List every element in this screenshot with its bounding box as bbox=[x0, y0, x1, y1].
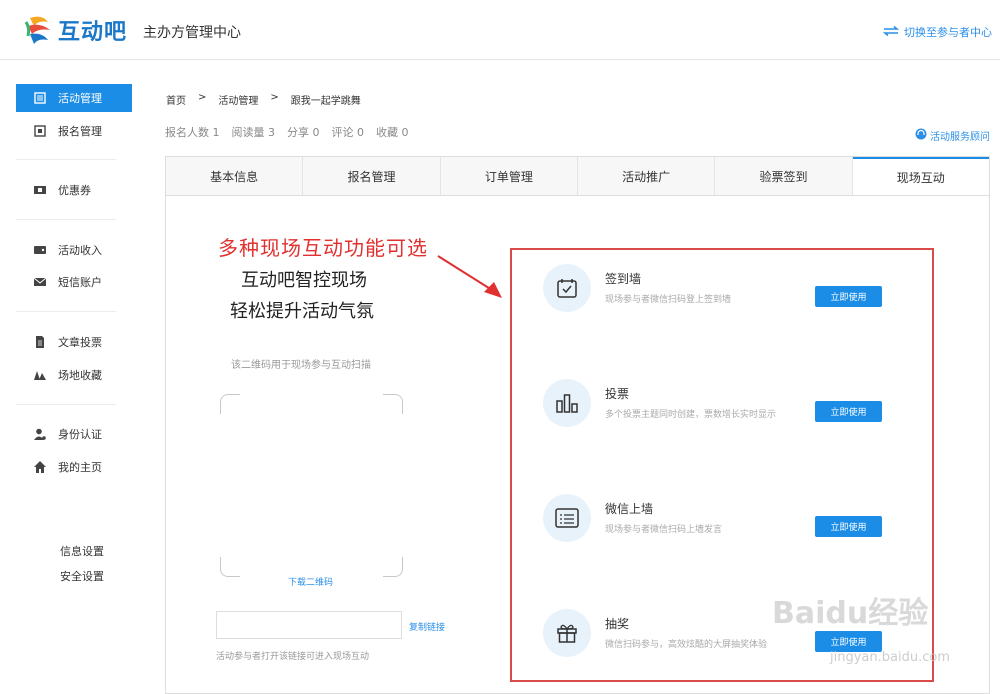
service-advisor-link[interactable]: 活动服务顾问 bbox=[915, 128, 990, 143]
tab-promotion[interactable]: 活动推广 bbox=[578, 157, 716, 195]
stat-views: 阅读量 3 bbox=[231, 126, 276, 139]
home-icon bbox=[34, 461, 46, 473]
sidebar-item-coupon[interactable]: 优惠券 bbox=[16, 176, 132, 204]
sidebar-item-article-vote[interactable]: 文章投票 bbox=[16, 328, 132, 356]
annotation-arrow-icon bbox=[432, 248, 512, 308]
sidebar-item-venue[interactable]: 场地收藏 bbox=[16, 361, 132, 389]
qr-corner bbox=[383, 557, 403, 577]
page-title: 主办方管理中心 bbox=[143, 25, 241, 41]
feature-checkin-wall: 签到墙 现场参与者微信扫码登上签到墙 立即使用 bbox=[543, 264, 893, 324]
use-now-button[interactable]: 立即使用 bbox=[815, 401, 882, 422]
feature-desc: 多个投票主题同时创建，票数增长实时显示 bbox=[605, 410, 777, 420]
coupon-icon bbox=[34, 184, 46, 196]
switch-role-link[interactable]: 切换至参与者中心 bbox=[882, 24, 992, 40]
sidebar-item-income[interactable]: 活动收入 bbox=[16, 236, 132, 264]
qr-code-frame bbox=[220, 394, 403, 577]
qr-corner bbox=[220, 557, 240, 577]
tab-ticket-checkin[interactable]: 验票签到 bbox=[715, 157, 853, 195]
watermark: Baidu经验 bbox=[772, 596, 929, 631]
feature-name: 投票 bbox=[605, 387, 630, 401]
feature-name: 微信上墙 bbox=[605, 502, 654, 516]
headset-icon bbox=[915, 128, 927, 143]
form-icon bbox=[34, 125, 46, 137]
service-advisor-label: 活动服务顾问 bbox=[930, 132, 990, 143]
link-hint: 活动参与者打开该链接可进入现场互动 bbox=[216, 652, 370, 662]
sidebar-link-info-settings[interactable]: 信息设置 bbox=[60, 543, 104, 559]
wallet-icon bbox=[34, 244, 46, 256]
user-verify-icon bbox=[34, 428, 46, 440]
activity-link-field[interactable] bbox=[216, 611, 402, 639]
mail-icon bbox=[34, 276, 46, 288]
breadcrumb-home[interactable]: 首页 bbox=[166, 92, 186, 107]
feature-desc: 现场参与者微信扫码上墙发言 bbox=[605, 525, 723, 535]
qr-corner bbox=[220, 394, 240, 414]
stat-favorites: 收藏 0 bbox=[376, 126, 409, 139]
logo-text: 互动吧 bbox=[58, 20, 128, 45]
use-now-button[interactable]: 立即使用 bbox=[815, 286, 882, 307]
qr-corner bbox=[383, 394, 403, 414]
sidebar-item-label: 我的主页 bbox=[58, 461, 102, 474]
sidebar-item-label: 场地收藏 bbox=[58, 369, 102, 382]
sidebar-item-label: 活动收入 bbox=[58, 244, 102, 257]
feature-desc: 现场参与者微信扫码登上签到墙 bbox=[605, 295, 732, 305]
sidebar-item-activity-manage[interactable]: 活动管理 bbox=[16, 84, 132, 112]
watermark-url: jingyan.baidu.com bbox=[830, 650, 950, 665]
message-wall-icon bbox=[543, 494, 591, 542]
venue-icon bbox=[34, 369, 46, 381]
use-now-button[interactable]: 立即使用 bbox=[815, 631, 882, 652]
tab-bar: 基本信息 报名管理 订单管理 活动推广 验票签到 现场互动 bbox=[165, 156, 990, 196]
activity-stats: 报名人数 1 阅读量 3 分享 0 评论 0 收藏 0 bbox=[165, 124, 409, 140]
document-icon bbox=[34, 336, 46, 348]
tab-basic-info[interactable]: 基本信息 bbox=[166, 157, 304, 195]
sidebar-link-security-settings[interactable]: 安全设置 bbox=[60, 568, 104, 584]
stat-signups: 报名人数 1 bbox=[165, 126, 220, 139]
logo[interactable]: 互动吧 bbox=[24, 14, 127, 46]
breadcrumb: 首页 > 活动管理 > 跟我一起学跳舞 bbox=[166, 92, 361, 107]
sidebar-item-label: 活动管理 bbox=[58, 92, 102, 105]
sidebar-divider bbox=[16, 159, 116, 160]
sidebar: 活动管理 报名管理 优惠券 活动收入 短信账户 文章投票 场地收藏 身份认证 我… bbox=[0, 60, 132, 694]
gift-icon bbox=[543, 609, 591, 657]
switch-arrows-icon bbox=[882, 25, 900, 39]
sidebar-divider bbox=[16, 404, 116, 405]
feature-vote: 投票 多个投票主题同时创建，票数增长实时显示 立即使用 bbox=[543, 379, 893, 439]
red-annotation-text: 多种现场互动功能可选 bbox=[218, 236, 428, 260]
logo-mark-icon bbox=[24, 14, 54, 46]
stat-comments: 评论 0 bbox=[331, 126, 365, 139]
tab-live-interaction[interactable]: 现场互动 bbox=[852, 157, 989, 195]
breadcrumb-section[interactable]: 活动管理 bbox=[218, 92, 258, 107]
sidebar-item-homepage[interactable]: 我的主页 bbox=[16, 453, 132, 481]
hero-line-2: 轻松提升活动气氛 bbox=[230, 301, 374, 322]
sidebar-item-label: 优惠券 bbox=[58, 184, 91, 197]
calendar-check-icon bbox=[543, 264, 591, 312]
sidebar-item-label: 身份认证 bbox=[58, 428, 102, 441]
feature-name: 签到墙 bbox=[605, 272, 642, 286]
download-qr-link[interactable]: 下载二维码 bbox=[288, 575, 333, 588]
copy-link-button[interactable]: 复制链接 bbox=[409, 620, 445, 633]
sidebar-item-label: 文章投票 bbox=[58, 336, 102, 349]
tab-order-manage[interactable]: 订单管理 bbox=[441, 157, 578, 195]
switch-role-label: 切换至参与者中心 bbox=[904, 26, 992, 39]
feature-wechat-wall: 微信上墙 现场参与者微信扫码上墙发言 立即使用 bbox=[543, 494, 893, 554]
breadcrumb-current: 跟我一起学跳舞 bbox=[290, 96, 361, 107]
feature-desc: 微信扫码参与，高效炫酷的大屏抽奖体验 bbox=[605, 640, 768, 650]
sidebar-item-label: 短信账户 bbox=[58, 276, 102, 289]
bar-chart-icon bbox=[543, 379, 591, 427]
stat-shares: 分享 0 bbox=[287, 126, 320, 139]
breadcrumb-separator: > bbox=[270, 92, 279, 103]
breadcrumb-separator: > bbox=[198, 92, 207, 103]
sidebar-item-label: 报名管理 bbox=[58, 125, 102, 138]
top-bar: 互动吧 主办方管理中心 切换至参与者中心 bbox=[0, 0, 1000, 60]
feature-name: 抽奖 bbox=[605, 617, 630, 631]
hero-line-1: 互动吧智控现场 bbox=[241, 270, 367, 291]
list-icon bbox=[34, 92, 46, 104]
use-now-button[interactable]: 立即使用 bbox=[815, 516, 882, 537]
sidebar-item-signup-manage[interactable]: 报名管理 bbox=[16, 117, 132, 145]
sidebar-divider bbox=[16, 219, 116, 220]
sidebar-item-identity[interactable]: 身份认证 bbox=[16, 420, 132, 448]
qr-hint: 该二维码用于现场参与互动扫描 bbox=[231, 360, 371, 371]
tab-signup-manage[interactable]: 报名管理 bbox=[303, 157, 441, 195]
sidebar-divider bbox=[16, 311, 116, 312]
sidebar-item-sms[interactable]: 短信账户 bbox=[16, 268, 132, 296]
